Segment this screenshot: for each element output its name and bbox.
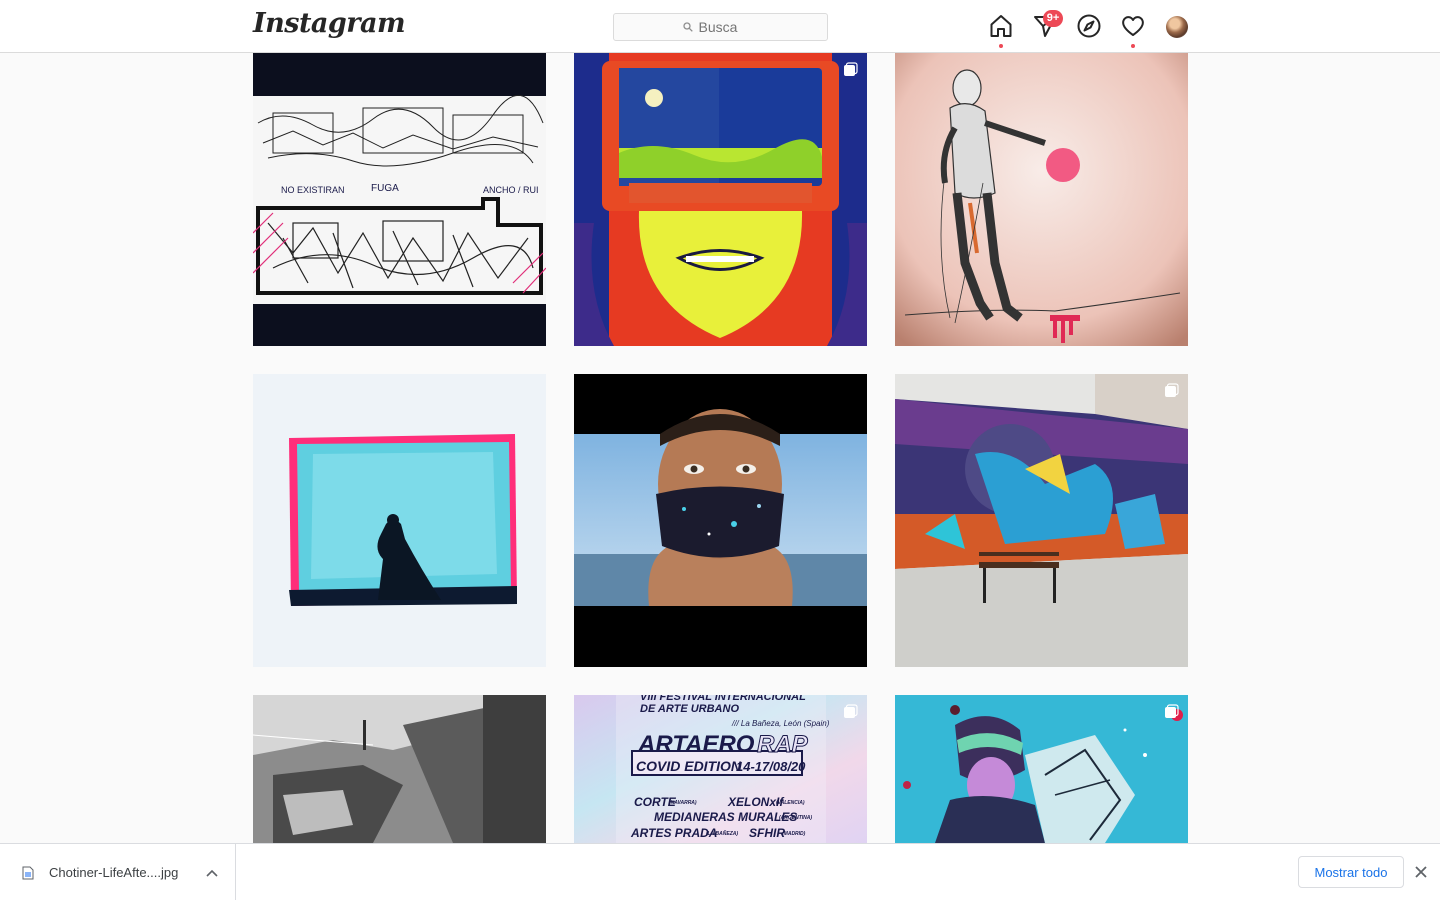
post-image <box>574 374 867 667</box>
download-item[interactable]: Chotiner-LifeAfte....jpg <box>0 844 236 900</box>
notification-badge: 9+ <box>1043 10 1063 27</box>
post-thumbnail[interactable] <box>253 374 546 667</box>
multiple-photos-indicator <box>1164 704 1179 719</box>
post-image <box>895 374 1188 667</box>
poster-title: RAP <box>757 731 809 759</box>
post-thumbnail[interactable] <box>895 695 1188 843</box>
explore-button[interactable] <box>1076 13 1102 39</box>
poster-artist: MEDIANERAS MURALES <box>654 810 798 824</box>
sketch-caption: NO EXISTIRAN <box>281 185 345 195</box>
image-file-icon <box>22 866 34 880</box>
poster-line: VIII FESTIVAL INTERNACIONAL <box>640 695 806 703</box>
post-image <box>895 53 1188 346</box>
carousel-icon <box>844 62 858 76</box>
multiple-photos-indicator <box>843 704 858 719</box>
poster-line: 14-17/08/20 <box>736 759 806 774</box>
poster-artist-origin: (ARGENTINA) <box>779 815 813 821</box>
poster-artist-origin: (LA BAÑEZA) <box>706 831 739 837</box>
home-button[interactable] <box>988 13 1014 39</box>
post-thumbnail[interactable]: NO EXISTIRAN FUGA ANCHO / RUI <box>253 53 546 346</box>
post-thumbnail[interactable] <box>574 53 867 346</box>
post-thumbnail[interactable] <box>895 53 1188 346</box>
poster-title: ARTAERO <box>638 731 755 758</box>
instagram-logo[interactable]: Instagram <box>253 8 406 39</box>
show-all-downloads-button[interactable]: Mostrar todo <box>1298 856 1404 888</box>
poster-line: COVID EDITION <box>636 758 742 774</box>
post-thumbnail[interactable] <box>253 695 546 843</box>
sketch-caption: ANCHO / RUI <box>483 185 539 195</box>
poster-artist-origin: (NAVARRA) <box>669 800 697 806</box>
poster-line: DE ARTE URBANO <box>640 703 740 715</box>
download-shelf: Chotiner-LifeAfte....jpg Mostrar todo <box>0 843 1440 900</box>
explore-icon <box>1077 14 1101 38</box>
carousel-icon <box>1165 704 1179 718</box>
post-image <box>253 695 546 843</box>
home-icon <box>990 15 1012 37</box>
activity-button[interactable] <box>1120 13 1146 39</box>
multiple-photos-indicator <box>1164 383 1179 398</box>
poster-artist-origin: (VALENCIA) <box>776 800 805 806</box>
multiple-photos-indicator <box>843 62 858 77</box>
post-image <box>574 53 867 346</box>
download-file-name: Chotiner-LifeAfte....jpg <box>49 865 179 880</box>
profile-avatar[interactable] <box>1166 16 1188 38</box>
carousel-icon <box>844 704 858 718</box>
poster-artist: SFHIR <box>749 826 785 840</box>
carousel-icon <box>1165 383 1179 397</box>
sketch-caption: FUGA <box>371 183 399 194</box>
search-input[interactable] <box>698 19 759 35</box>
post-image <box>253 374 546 667</box>
post-image <box>253 53 546 346</box>
post-image <box>895 695 1188 843</box>
search-box[interactable] <box>613 13 828 41</box>
close-icon[interactable] <box>1414 865 1428 879</box>
home-active-dot <box>999 44 1003 48</box>
poster-artist-origin: (MADRID) <box>782 831 806 837</box>
top-navigation-bar: Instagram 9+ <box>0 0 1440 53</box>
search-icon <box>682 22 693 32</box>
activity-heart-icon <box>1122 16 1144 36</box>
post-thumbnail[interactable] <box>895 374 1188 667</box>
post-thumbnail[interactable] <box>574 374 867 667</box>
poster-artist: ARTES PRADA <box>631 826 718 840</box>
chevron-up-icon[interactable] <box>205 868 219 878</box>
poster-line: /// La Bañeza, León (Spain) <box>732 719 830 728</box>
activity-dot <box>1131 44 1135 48</box>
post-thumbnail[interactable]: VIII FESTIVAL INTERNACIONAL DE ARTE URBA… <box>574 695 867 843</box>
